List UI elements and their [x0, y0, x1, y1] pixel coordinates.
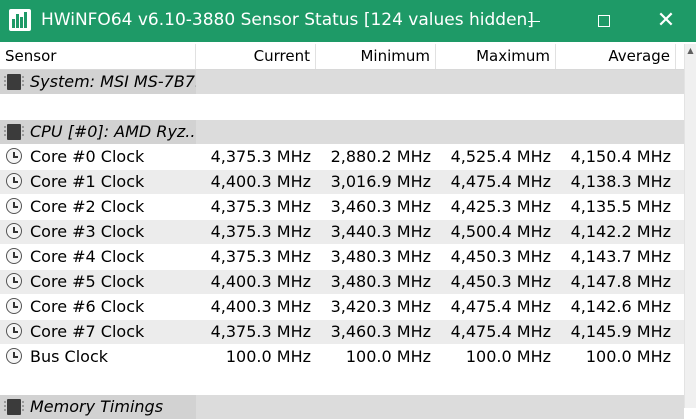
average-value: 4,135.5 MHz	[570, 197, 671, 216]
sensor-row[interactable]: Core #3 Clock 4,375.3 MHz 3,440.3 MHz 4,500…	[0, 220, 684, 245]
sensor-name: Core #7 Clock	[30, 322, 145, 341]
sensor-name: Core #4 Clock	[30, 247, 145, 266]
sensor-row[interactable]: Core #1 Clock 4,400.3 MHz 3,016.9 MHz 4,475…	[0, 170, 684, 195]
sensor-row[interactable]: Bus Clock 100.0 MHz 100.0 MHz 100.0 MHz 100.…	[0, 345, 684, 370]
clock-icon	[6, 148, 22, 164]
column-header-average[interactable]: Average	[556, 44, 676, 69]
minimum-value: 3,016.9 MHz	[330, 172, 431, 191]
minimize-icon	[528, 20, 540, 22]
average-value: 4,143.7 MHz	[570, 247, 671, 266]
clock-icon	[6, 173, 22, 189]
maximum-value: 4,525.4 MHz	[450, 147, 551, 166]
hwinfo-app-icon	[9, 9, 31, 31]
chip-icon	[4, 124, 24, 140]
average-value: 100.0 MHz	[585, 347, 671, 366]
column-header-current[interactable]: Current	[196, 44, 316, 69]
column-header-maximum[interactable]: Maximum	[436, 44, 556, 69]
window-title: HWiNFO64 v6.10-3880 Sensor Status [124 v…	[41, 10, 534, 30]
sensor-name: Core #3 Clock	[30, 222, 145, 241]
minimum-value: 3,460.3 MHz	[330, 322, 431, 341]
maximize-button[interactable]	[574, 0, 634, 42]
current-value: 4,375.3 MHz	[210, 147, 311, 166]
column-header-sensor[interactable]: Sensor	[0, 44, 196, 69]
sensor-group-name: Memory Timings	[30, 397, 164, 416]
clock-icon	[6, 198, 22, 214]
minimum-value: 3,480.3 MHz	[330, 247, 431, 266]
sensor-group-row[interactable]: CPU [#0]: AMD Ryz...	[0, 120, 684, 145]
clock-icon	[6, 223, 22, 239]
maximum-value: 4,450.3 MHz	[450, 247, 551, 266]
clock-icon	[6, 273, 22, 289]
clock-icon	[6, 248, 22, 264]
close-icon: ✕	[656, 8, 676, 33]
clock-icon	[6, 348, 22, 364]
chip-icon	[4, 399, 24, 415]
average-value: 4,150.4 MHz	[570, 147, 671, 166]
maximize-icon	[598, 15, 610, 27]
spacer-row	[0, 370, 684, 395]
sensor-row[interactable]: Core #0 Clock 4,375.3 MHz 2,880.2 MHz 4,525…	[0, 145, 684, 170]
minimum-value: 3,480.3 MHz	[330, 272, 431, 291]
current-value: 100.0 MHz	[225, 347, 311, 366]
chip-icon	[4, 74, 24, 90]
sensor-name: Core #2 Clock	[30, 197, 145, 216]
scroll-up-arrow-icon[interactable]: ▲	[685, 44, 696, 58]
column-header-minimum[interactable]: Minimum	[316, 44, 436, 69]
maximum-value: 4,475.4 MHz	[450, 322, 551, 341]
current-value: 4,375.3 MHz	[210, 247, 311, 266]
sensor-row[interactable]: Core #5 Clock 4,400.3 MHz 3,480.3 MHz 4,450…	[0, 270, 684, 295]
sensor-row[interactable]: Core #7 Clock 4,375.3 MHz 3,460.3 MHz 4,475…	[0, 320, 684, 345]
sensor-row[interactable]: Core #2 Clock 4,375.3 MHz 3,460.3 MHz 4,425…	[0, 195, 684, 220]
sensor-row[interactable]: Core #4 Clock 4,375.3 MHz 3,480.3 MHz 4,450…	[0, 245, 684, 270]
minimum-value: 100.0 MHz	[345, 347, 431, 366]
sensor-name: Core #0 Clock	[30, 147, 145, 166]
column-header: Sensor Current Minimum Maximum Average	[0, 44, 684, 70]
current-value: 4,375.3 MHz	[210, 222, 311, 241]
sensor-name: Core #6 Clock	[30, 297, 145, 316]
minimize-button[interactable]	[504, 0, 564, 42]
close-button[interactable]: ✕	[636, 0, 696, 42]
maximum-value: 4,500.4 MHz	[450, 222, 551, 241]
current-value: 4,400.3 MHz	[210, 272, 311, 291]
minimum-value: 3,460.3 MHz	[330, 197, 431, 216]
average-value: 4,138.3 MHz	[570, 172, 671, 191]
current-value: 4,375.3 MHz	[210, 322, 311, 341]
average-value: 4,142.2 MHz	[570, 222, 671, 241]
sensor-group-name: System: MSI MS-7B79	[30, 72, 196, 91]
sensor-row[interactable]: Core #6 Clock 4,400.3 MHz 3,420.3 MHz 4,475…	[0, 295, 684, 320]
minimum-value: 3,440.3 MHz	[330, 222, 431, 241]
maximum-value: 4,450.3 MHz	[450, 272, 551, 291]
spacer-row	[0, 95, 684, 120]
clock-icon	[6, 298, 22, 314]
current-value: 4,375.3 MHz	[210, 197, 311, 216]
maximum-value: 4,475.4 MHz	[450, 297, 551, 316]
maximum-value: 100.0 MHz	[465, 347, 551, 366]
average-value: 4,145.9 MHz	[570, 322, 671, 341]
maximum-value: 4,475.4 MHz	[450, 172, 551, 191]
sensor-name: Core #5 Clock	[30, 272, 145, 291]
sensor-name: Core #1 Clock	[30, 172, 145, 191]
sensor-list: System: MSI MS-7B79 CPU [#0]: AMD Ryz... C…	[0, 70, 684, 420]
sensor-name: Bus Clock	[30, 347, 109, 366]
title-bar[interactable]: HWiNFO64 v6.10-3880 Sensor Status [124 v…	[0, 0, 696, 42]
average-value: 4,147.8 MHz	[570, 272, 671, 291]
sensor-group-row[interactable]: System: MSI MS-7B79	[0, 70, 684, 95]
vertical-scrollbar[interactable]: ▲	[684, 44, 696, 408]
current-value: 4,400.3 MHz	[210, 297, 311, 316]
average-value: 4,142.6 MHz	[570, 297, 671, 316]
clock-icon	[6, 323, 22, 339]
sensor-group-name: CPU [#0]: AMD Ryz...	[30, 122, 196, 141]
minimum-value: 3,420.3 MHz	[330, 297, 431, 316]
current-value: 4,400.3 MHz	[210, 172, 311, 191]
maximum-value: 4,425.3 MHz	[450, 197, 551, 216]
minimum-value: 2,880.2 MHz	[330, 147, 431, 166]
